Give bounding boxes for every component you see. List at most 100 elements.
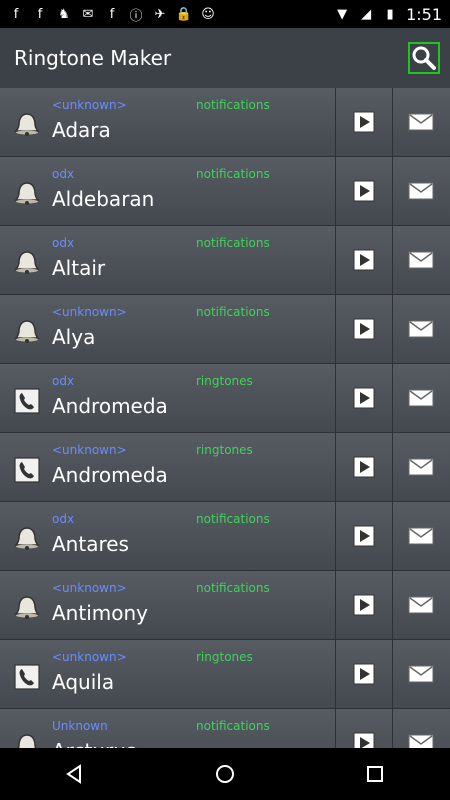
info-icon: ⓘ (129, 8, 143, 24)
mail-button[interactable] (392, 364, 449, 432)
list-item[interactable]: odx ringtones Andromeda (0, 364, 450, 433)
play-button[interactable] (335, 433, 392, 501)
mail-icon: ✉ (82, 6, 94, 22)
list-item-main[interactable]: <unknown> ringtones Andromeda (0, 433, 335, 501)
list-item[interactable]: <unknown> ringtones Andromeda (0, 433, 450, 502)
home-button[interactable] (210, 759, 240, 789)
mail-icon (408, 592, 434, 618)
bell-icon (10, 729, 44, 748)
back-icon (66, 764, 81, 784)
status-right: ▼ ◢ ▮ 1:51 (334, 5, 442, 24)
mail-button[interactable] (392, 226, 449, 294)
mail-icon (408, 178, 434, 204)
mail-button[interactable] (392, 88, 449, 156)
list-item[interactable]: Unknown notifications Arcturus (0, 709, 450, 748)
list-item-main[interactable]: odx notifications Altair (0, 226, 335, 294)
artist-label: <unknown> (52, 305, 127, 319)
list-item-main[interactable]: <unknown> notifications Alya (0, 295, 335, 363)
wifi-icon: ▼ (337, 6, 348, 22)
list-item[interactable]: <unknown> ringtones Aquila (0, 640, 450, 709)
bell-icon (10, 522, 44, 556)
type-label: notifications (196, 512, 270, 526)
mail-button[interactable] (392, 571, 449, 639)
type-label: notifications (196, 305, 270, 319)
artist-label: odx (52, 236, 75, 250)
status-bar: f f ♞ ✉ f ⓘ ✈ 🔒 ☺ ▼ ◢ ▮ 1:51 (0, 0, 450, 28)
list-item[interactable]: odx notifications Altair (0, 226, 450, 295)
play-icon (351, 385, 377, 411)
list-item[interactable]: <unknown> notifications Alya (0, 295, 450, 364)
type-label: ringtones (196, 650, 253, 664)
list-item-main[interactable]: Unknown notifications Arcturus (0, 709, 335, 748)
mail-icon (408, 247, 434, 273)
ringtone-name: Antimony (52, 601, 148, 625)
mail-button[interactable] (392, 502, 449, 570)
back-button[interactable] (60, 759, 90, 789)
list-item[interactable]: odx notifications Aldebaran (0, 157, 450, 226)
artist-label: Unknown (52, 719, 108, 733)
ringtone-name: Antares (52, 532, 129, 556)
artist-label: <unknown> (52, 581, 127, 595)
play-button[interactable] (335, 88, 392, 156)
ringtone-name: Aquila (52, 670, 115, 694)
play-button[interactable] (335, 295, 392, 363)
home-icon (216, 765, 234, 783)
list-item-main[interactable]: odx notifications Aldebaran (0, 157, 335, 225)
status-time: 1:51 (406, 4, 442, 24)
list-item[interactable]: odx notifications Antares (0, 502, 450, 571)
list-item-main[interactable]: odx notifications Antares (0, 502, 335, 570)
ringtone-name: Andromeda (52, 463, 168, 487)
android-icon: ☺ (201, 6, 215, 22)
recents-icon (367, 766, 383, 782)
ringtone-name: Alya (52, 325, 96, 349)
mail-button[interactable] (392, 433, 449, 501)
mail-button[interactable] (392, 709, 449, 748)
search-icon (412, 46, 436, 70)
recents-button[interactable] (360, 759, 390, 789)
mail-icon (408, 109, 434, 135)
ringtone-list: <unknown> notifications Adara odx notifi… (0, 88, 450, 748)
search-button[interactable] (408, 42, 440, 74)
cat-icon: ♞ (58, 6, 70, 22)
list-item-main[interactable]: <unknown> notifications Adara (0, 88, 335, 156)
satellite-icon: ✈ (154, 6, 166, 22)
ringtone-name: Andromeda (52, 394, 168, 418)
play-button[interactable] (335, 709, 392, 748)
bell-icon (10, 177, 44, 211)
app-bar: Ringtone Maker (0, 28, 450, 88)
list-item-main[interactable]: odx ringtones Andromeda (0, 364, 335, 432)
mail-button[interactable] (392, 157, 449, 225)
type-label: ringtones (196, 374, 253, 388)
ringtone-name: Adara (52, 118, 111, 142)
artist-label: <unknown> (52, 443, 127, 457)
phone-icon (10, 453, 44, 487)
artist-label: odx (52, 512, 75, 526)
status-left: f f ♞ ✉ f ⓘ ✈ 🔒 ☺ (8, 6, 216, 24)
mail-icon (408, 730, 434, 748)
play-icon (351, 730, 377, 748)
play-icon (351, 523, 377, 549)
mail-button[interactable] (392, 295, 449, 363)
play-button[interactable] (335, 571, 392, 639)
facebook-icon: f (109, 6, 115, 22)
type-label: notifications (196, 98, 270, 112)
bell-icon (10, 246, 44, 280)
bell-icon (10, 108, 44, 142)
artist-label: odx (52, 167, 75, 181)
mail-button[interactable] (392, 640, 449, 708)
play-icon (351, 247, 377, 273)
mail-icon (408, 661, 434, 687)
bell-icon (10, 315, 44, 349)
play-button[interactable] (335, 502, 392, 570)
ringtone-name: Aldebaran (52, 187, 155, 211)
play-button[interactable] (335, 157, 392, 225)
ringtone-name: Altair (52, 256, 106, 280)
mail-icon (408, 523, 434, 549)
play-button[interactable] (335, 226, 392, 294)
play-button[interactable] (335, 640, 392, 708)
list-item[interactable]: <unknown> notifications Antimony (0, 571, 450, 640)
play-button[interactable] (335, 364, 392, 432)
list-item-main[interactable]: <unknown> ringtones Aquila (0, 640, 335, 708)
list-item-main[interactable]: <unknown> notifications Antimony (0, 571, 335, 639)
list-item[interactable]: <unknown> notifications Adara (0, 88, 450, 157)
